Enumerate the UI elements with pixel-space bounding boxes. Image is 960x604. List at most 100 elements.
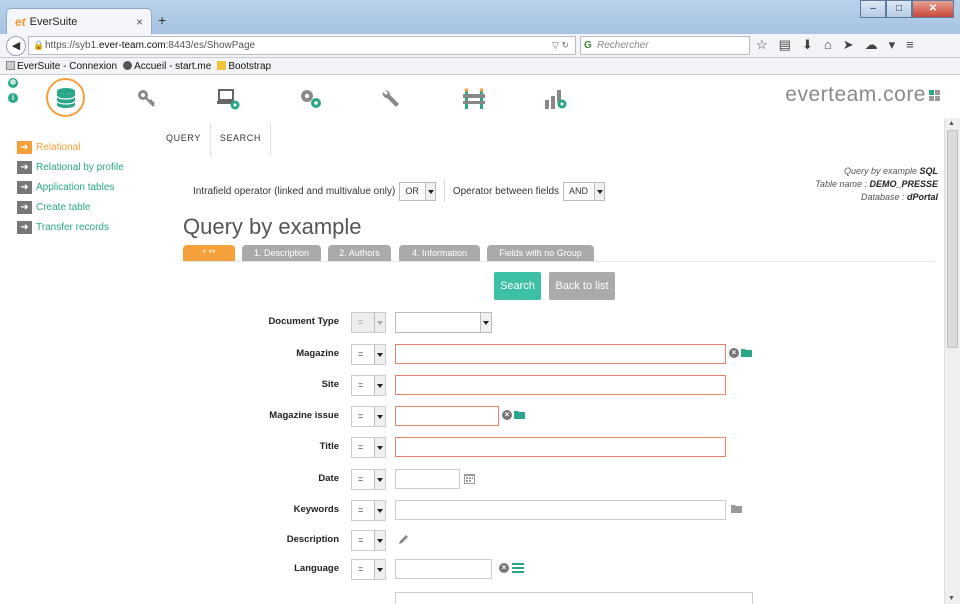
field-label: Language (294, 563, 339, 574)
chevron-down-icon (374, 470, 385, 489)
reading-list-icon[interactable]: ▤ (779, 37, 791, 53)
operator-select[interactable]: = (351, 437, 386, 458)
url-bar[interactable]: 🔒 https://syb1.ever-team.com:8443/es/Sho… (28, 36, 576, 55)
sidebar-item-application-tables[interactable]: ➜ Application tables (17, 177, 124, 197)
search-placeholder: Rechercher (597, 40, 649, 51)
menu-icon[interactable]: ≡ (906, 37, 914, 53)
minimize-button[interactable]: – (860, 0, 886, 18)
tab-search[interactable]: SEARCH (211, 123, 271, 156)
close-window-button[interactable]: ✕ (912, 0, 954, 18)
chevron-down-icon (374, 313, 385, 332)
operator-select[interactable]: = (351, 469, 386, 490)
tab-all-groups[interactable]: * ** (183, 245, 235, 261)
clear-icon[interactable]: × (501, 409, 513, 421)
field-row-keywords: Keywords = (0, 500, 944, 522)
browser-search-input[interactable]: G Rechercher (580, 36, 750, 55)
operator-select[interactable]: = (351, 559, 386, 580)
field-label: Document Type (268, 316, 339, 327)
sidebar-item-create-table[interactable]: ➜ Create table (17, 197, 124, 217)
sidebar-item-relational[interactable]: ➜ Relational (17, 137, 124, 157)
sidebar-item-label: Relational by profile (36, 161, 124, 173)
calendar-icon[interactable] (463, 472, 475, 484)
language-input[interactable] (395, 559, 492, 579)
bookmarks-bar: EverSuite - Connexion Accueil - start.me… (0, 58, 960, 75)
date-input[interactable] (395, 469, 460, 489)
back-arrow-icon[interactable]: ◀ (6, 36, 26, 56)
folder-icon[interactable] (514, 409, 526, 421)
sidebar-item-transfer-records[interactable]: ➜ Transfer records (17, 217, 124, 237)
browser-titlebar: et EverSuite × + – □ ✕ (0, 0, 960, 34)
tab-close-icon[interactable]: × (136, 15, 143, 29)
reload-icon[interactable]: ▽ ↻ (552, 37, 569, 54)
between-fields-operator-select[interactable]: AND (563, 181, 606, 201)
operator-select[interactable]: = (351, 530, 386, 551)
bookmark-star-icon[interactable]: ☆ (756, 37, 768, 53)
extension-icon[interactable]: ▾ (889, 37, 896, 53)
lock-icon: 🔒 (33, 40, 45, 50)
operator-select[interactable]: = (351, 344, 386, 365)
maximize-button[interactable]: □ (886, 0, 912, 18)
key-icon[interactable] (129, 81, 165, 117)
field-label: Magazine issue (269, 410, 339, 421)
list-icon[interactable] (512, 562, 524, 574)
folder-icon[interactable] (731, 503, 743, 515)
computer-settings-icon[interactable] (210, 81, 246, 117)
sync-icon[interactable]: ☁ (865, 37, 878, 53)
bookmark-bootstrap[interactable]: Bootstrap (217, 60, 271, 72)
folder-icon[interactable] (741, 347, 753, 359)
scroll-up-icon[interactable]: ▲ (948, 120, 955, 127)
sidebar-item-relational-by-profile[interactable]: ➜ Relational by profile (17, 157, 124, 177)
download-icon[interactable]: ⬇ (802, 37, 813, 53)
operator-select: = (351, 312, 386, 333)
site-input[interactable] (395, 375, 726, 395)
arrow-right-icon: ➜ (17, 180, 32, 194)
bookmark-startme[interactable]: Accueil - start.me (123, 60, 211, 72)
sidebar-item-label: Transfer records (36, 221, 109, 233)
tab-authors[interactable]: 2. Authors (328, 245, 391, 261)
chevron-down-icon (374, 501, 385, 520)
gears-icon[interactable] (293, 81, 329, 117)
tab-fields-no-group[interactable]: Fields with no Group (487, 245, 594, 261)
barrier-icon[interactable] (456, 81, 492, 117)
clear-icon[interactable]: × (728, 347, 740, 359)
browser-tab[interactable]: et EverSuite × (6, 8, 152, 34)
tab-query[interactable]: QUERY (157, 123, 211, 156)
query-type-line: Query by example SQL (843, 166, 938, 176)
operator-select[interactable]: = (351, 406, 386, 427)
send-icon[interactable]: ➤ (843, 37, 854, 53)
wrench-icon[interactable] (374, 81, 410, 117)
scrollbar-thumb[interactable] (947, 130, 958, 348)
page-scrollbar[interactable]: ▲ ▼ (944, 118, 960, 604)
field-row-magazine: Magazine = × (0, 344, 944, 366)
search-button[interactable]: Search (494, 272, 541, 300)
magazine-input[interactable] (395, 344, 726, 364)
pencil-icon[interactable] (397, 533, 409, 545)
document-type-select[interactable] (395, 312, 492, 333)
clear-icon[interactable]: × (498, 562, 510, 574)
browser-toolbar-icons: ☆ ▤ ⬇ ⌂ ➤ ☁ ▾ ≡ (756, 37, 914, 53)
home-icon[interactable]: ⌂ (824, 37, 832, 53)
brand-squares-icon (929, 90, 940, 101)
field-row-description: Description = (0, 530, 944, 552)
tab-information[interactable]: 4. Information (399, 245, 480, 261)
chart-settings-icon[interactable] (537, 81, 573, 117)
database-icon[interactable] (46, 78, 85, 117)
next-field-input[interactable] (395, 592, 753, 604)
new-tab-button[interactable]: + (158, 12, 166, 28)
network-icon[interactable]: ✲ (8, 78, 18, 88)
field-row-magazine-issue: Magazine issue = × (0, 406, 944, 428)
info-icon[interactable]: i (8, 93, 18, 103)
operator-select[interactable]: = (351, 500, 386, 521)
tab-description[interactable]: 1. Description (242, 245, 321, 261)
arrow-right-icon: ➜ (17, 200, 32, 214)
scroll-down-icon[interactable]: ▼ (948, 595, 955, 602)
title-input[interactable] (395, 437, 726, 457)
operator-select[interactable]: = (351, 375, 386, 396)
url-rest: :8443/es/ShowPage (165, 40, 256, 51)
back-to-list-button[interactable]: Back to list (549, 272, 615, 300)
bookmark-eversuite[interactable]: EverSuite - Connexion (6, 60, 117, 72)
keywords-input[interactable] (395, 500, 726, 520)
magazine-issue-input[interactable] (395, 406, 499, 426)
intrafield-operator-select[interactable]: OR (399, 181, 436, 201)
arrow-right-icon: ➜ (17, 160, 32, 174)
